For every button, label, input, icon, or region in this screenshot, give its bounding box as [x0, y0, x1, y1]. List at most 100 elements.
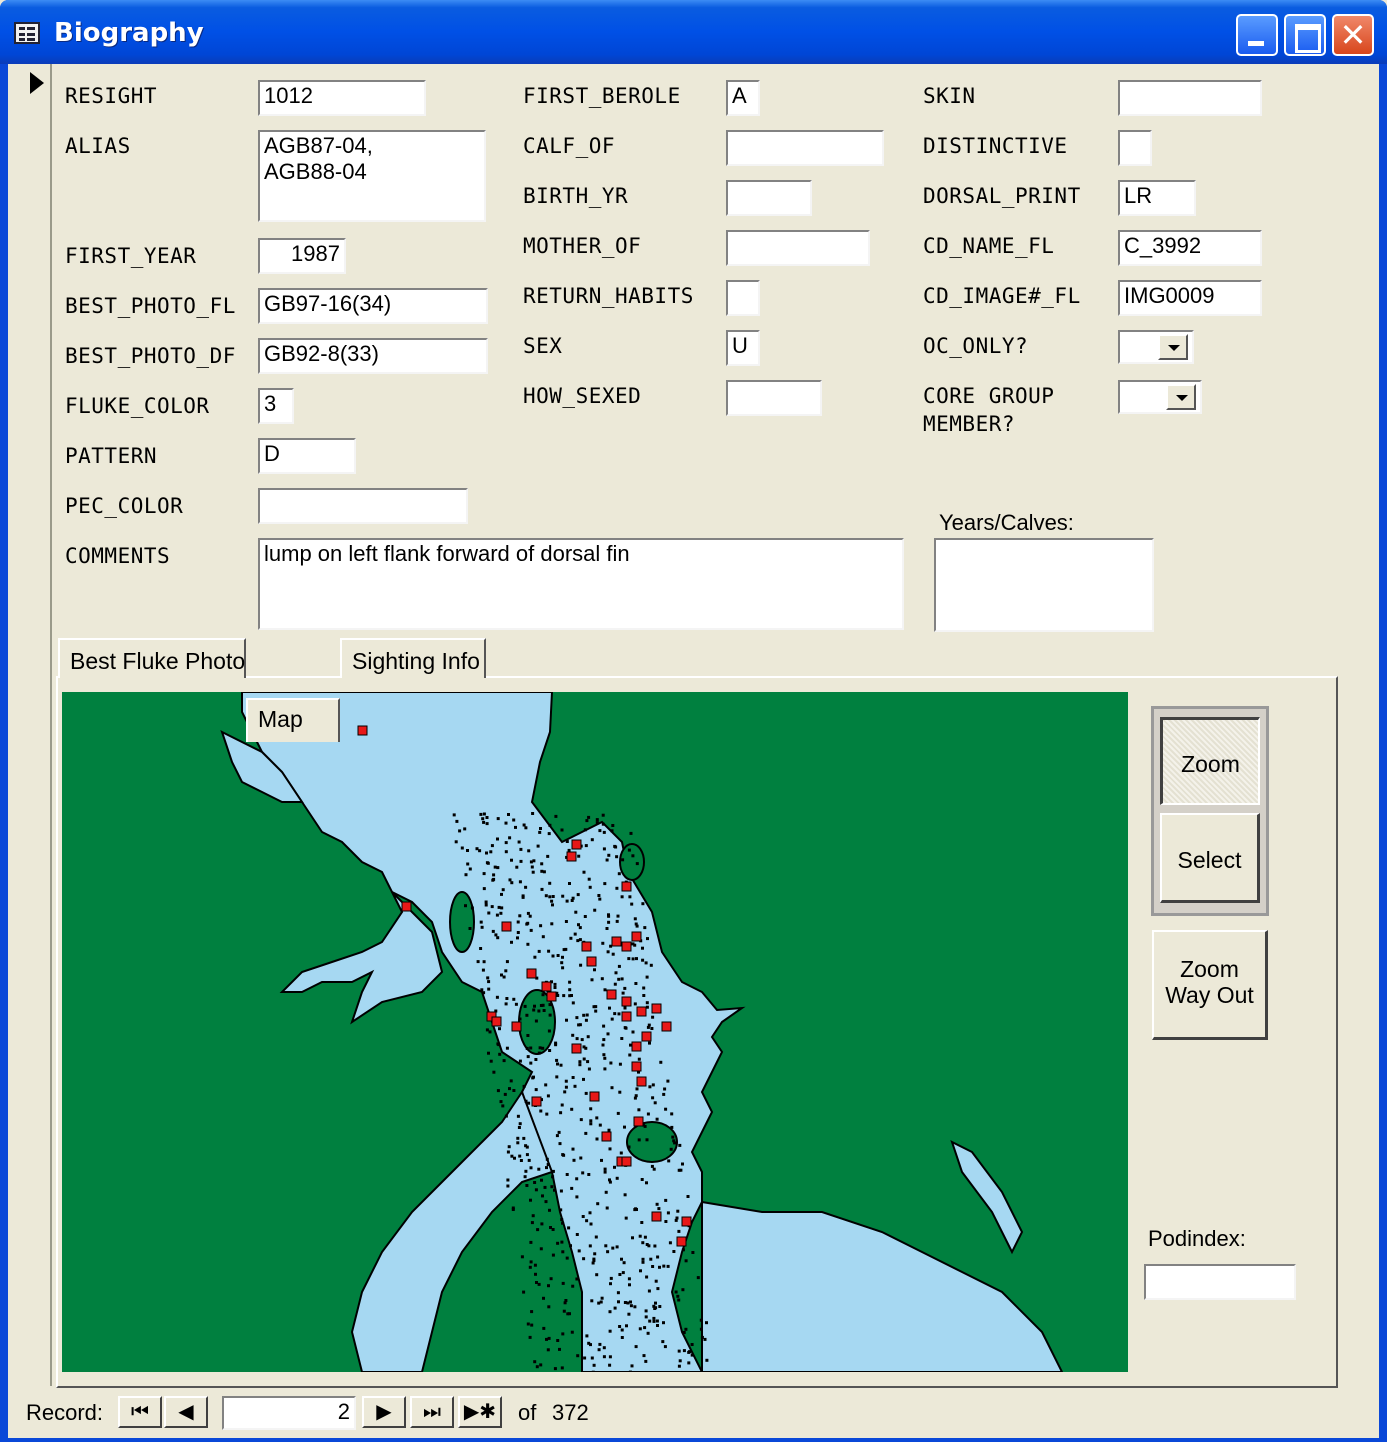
sounding-dot: [556, 1062, 559, 1066]
sounding-dot: [496, 817, 500, 821]
sounding-dot: [687, 1350, 691, 1354]
cd-image-fl-field[interactable]: IMG0009: [1118, 280, 1262, 316]
pec-color-field[interactable]: [258, 488, 468, 524]
sounding-dot: [646, 937, 649, 941]
sounding-dot: [609, 1282, 612, 1286]
sounding-dot: [496, 1042, 500, 1046]
tab-map[interactable]: Map: [246, 698, 340, 742]
sounding-dot: [468, 867, 472, 871]
sighting-marker: [636, 1076, 647, 1087]
years-calves-field[interactable]: [934, 538, 1154, 632]
sounding-dot: [633, 1208, 637, 1212]
sounding-dot: [664, 1220, 668, 1223]
select-button[interactable]: Select: [1160, 813, 1260, 903]
sounding-dot: [547, 832, 551, 836]
sounding-dot: [526, 911, 530, 915]
sounding-dot: [634, 982, 638, 985]
sounding-dot: [598, 829, 602, 833]
sounding-dot: [647, 1289, 651, 1293]
sounding-dot: [589, 1122, 593, 1126]
tab-best-fluke-photo[interactable]: Best Fluke Photo: [58, 638, 246, 678]
sounding-dot: [606, 1250, 610, 1254]
sounding-dot: [515, 865, 519, 869]
minimize-button[interactable]: [1236, 14, 1278, 56]
sighting-marker: [541, 981, 552, 992]
close-icon: ✕: [1339, 16, 1367, 54]
sounding-dot: [615, 1176, 619, 1180]
sighting-marker: [531, 1096, 542, 1107]
podindex-field[interactable]: [1144, 1264, 1296, 1300]
how-sexed-field[interactable]: [726, 380, 822, 416]
sighting-marker: [501, 921, 512, 932]
sounding-dot: [575, 1016, 579, 1020]
sounding-dot: [522, 1136, 526, 1140]
sounding-dot: [603, 882, 607, 886]
resight-label: RESIGHT: [65, 84, 158, 108]
sounding-dot: [651, 1265, 655, 1268]
maximize-button[interactable]: [1284, 14, 1326, 56]
sounding-dot: [627, 957, 631, 961]
sounding-dot: [504, 850, 508, 854]
sounding-dot: [585, 819, 589, 823]
record-selector[interactable]: [8, 64, 52, 1386]
first-berole-field[interactable]: A: [726, 80, 760, 116]
sounding-dot: [507, 1145, 511, 1149]
sex-field[interactable]: U: [726, 330, 760, 366]
sounding-dot: [541, 1194, 544, 1198]
comments-field[interactable]: lump on left flank forward of dorsal fin: [258, 538, 904, 630]
previous-record-button[interactable]: ◀: [164, 1396, 208, 1428]
best-photo-df-field[interactable]: GB92-8(33): [258, 338, 488, 374]
distinctive-field[interactable]: [1118, 130, 1152, 166]
first-record-button[interactable]: ⏮: [118, 1396, 162, 1428]
map-canvas[interactable]: [62, 692, 1128, 1372]
first-year-field[interactable]: 1987: [258, 238, 346, 274]
title-bar[interactable]: Biography ✕: [0, 0, 1387, 64]
sounding-dot: [597, 894, 601, 897]
sounding-dot: [608, 1329, 612, 1333]
best-photo-fl-field[interactable]: GB97-16(34): [258, 288, 488, 324]
sounding-dot: [530, 1323, 534, 1327]
sounding-dot: [602, 1355, 606, 1359]
skin-field[interactable]: [1118, 80, 1262, 116]
cd-name-fl-field[interactable]: C_3992: [1118, 230, 1262, 266]
sounding-dot: [512, 1089, 516, 1092]
new-record-button[interactable]: ▶✱: [458, 1396, 502, 1428]
sounding-dot: [628, 1283, 631, 1287]
sounding-dot: [549, 1277, 553, 1281]
calf-of-field[interactable]: [726, 130, 884, 166]
alias-field[interactable]: AGB87-04, AGB88-04: [258, 130, 486, 222]
map-mode-frame: Zoom Select: [1151, 706, 1269, 916]
fluke-color-field[interactable]: 3: [258, 388, 294, 424]
sounding-dot: [609, 1276, 613, 1280]
zoom-button[interactable]: Zoom: [1160, 717, 1260, 805]
sighting-map[interactable]: [62, 692, 1128, 1372]
zoom-way-out-button[interactable]: Zoom Way Out: [1152, 930, 1268, 1040]
sounding-dot: [529, 1061, 533, 1065]
mother-of-field[interactable]: [726, 230, 870, 266]
sounding-dot: [482, 887, 486, 891]
sounding-dot: [526, 1034, 530, 1037]
form-icon[interactable]: [14, 22, 40, 44]
sounding-dot: [546, 1163, 550, 1166]
return-habits-field[interactable]: [726, 280, 760, 316]
pattern-field[interactable]: D: [258, 438, 356, 474]
dorsal-print-field[interactable]: LR: [1118, 180, 1196, 216]
tab-sighting-info[interactable]: Sighting Info: [340, 638, 486, 678]
sounding-dot: [568, 988, 572, 992]
sounding-dot: [556, 1241, 560, 1245]
last-record-button[interactable]: ⏭: [410, 1396, 454, 1428]
how-sexed-label: HOW_SEXED: [523, 384, 642, 408]
birth-yr-field[interactable]: [726, 180, 812, 216]
sounding-dot: [629, 1304, 633, 1308]
sounding-dot: [555, 1058, 559, 1062]
sounding-dot: [546, 1094, 550, 1098]
sounding-dot: [677, 1349, 681, 1353]
oc-only-chevron-down-icon[interactable]: [1158, 334, 1188, 360]
sounding-dot: [547, 1284, 550, 1288]
resight-field[interactable]: 1012: [258, 80, 426, 116]
close-button[interactable]: ✕: [1332, 14, 1374, 56]
record-number-field[interactable]: 2: [222, 1396, 356, 1430]
core-group-chevron-down-icon[interactable]: [1166, 384, 1196, 410]
previous-record-icon: ◀: [178, 1399, 194, 1423]
next-record-button[interactable]: ▶: [362, 1396, 406, 1428]
